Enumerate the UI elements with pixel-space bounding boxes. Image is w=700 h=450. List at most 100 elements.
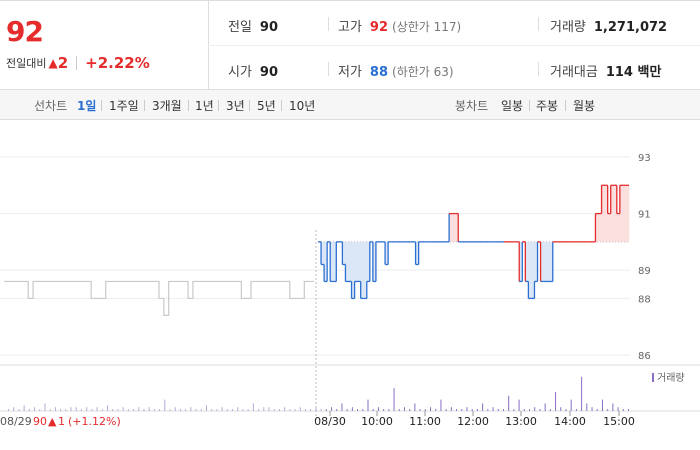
volume-bar [461,409,463,411]
divider [538,62,539,76]
volume-bar [75,407,77,411]
volume-bar [216,409,218,411]
x-tick-label: 10:00 [361,415,393,428]
low-value: 88 [369,65,389,80]
volume-bar [377,407,379,411]
current-price: 92 [6,15,44,48]
volume-bar [153,409,155,411]
x-tick-label: 12:00 [457,415,489,428]
tab-weekly-candle[interactable]: 주봉 [536,97,558,114]
amount-value: 114 백만 [605,65,662,80]
tab-daily-candle[interactable]: 일봉 [501,97,523,114]
volume-bar [70,407,72,411]
volume-bar [419,409,421,411]
volume-bar [18,409,20,411]
y-tick-label: 88 [638,294,651,305]
volume-bar [211,409,213,411]
volume-bar [586,403,588,411]
volume-bar [518,399,520,411]
volume-bar [80,409,82,411]
divider [281,100,282,111]
trade-amount: 거래대금 114 백만 [550,61,661,80]
volume-bar [65,409,67,411]
volume-bar [169,409,171,411]
volume-value: 1,271,072 [593,20,668,35]
low-label: 저가 [338,65,362,80]
volume-bar [159,409,161,411]
volume-bar [466,407,468,411]
volume-bar [164,399,166,411]
open-value: 90 [259,65,279,80]
volume-bar [117,409,119,411]
volume-bar [581,376,583,411]
volume-bar [294,409,296,411]
change-row: 전일대비 ▲ 2 +2.22% [6,54,150,72]
volume-bar [601,399,603,411]
volume-bar [549,409,551,411]
up-triangle-icon: ▲ [48,56,58,70]
area-segment [625,185,630,242]
volume-bar [13,407,15,411]
tab-1y[interactable]: 1년 [195,97,214,114]
chart-tab-bar: 선차트 1일 1주일 3개월 1년 3년 5년 10년 봉차트 일봉 주봉 월봉 [0,90,700,120]
volume-label: 거래량 [550,20,586,35]
volume-bar [96,407,98,411]
y-tick-label: 86 [638,351,651,362]
area-segment [452,213,456,242]
divider [188,100,189,111]
tab-3y[interactable]: 3년 [226,97,245,114]
volume-bar [273,409,275,411]
y-tick-label: 91 [638,210,651,221]
volume-bar [570,399,572,411]
volume-bar [28,409,30,411]
volume-bar [8,409,9,411]
area-segment [546,241,551,282]
volume-bar [60,409,62,411]
divider [328,17,329,31]
prev-day-close: 90 [33,415,47,428]
volume-bar [591,407,593,411]
volume-bar [179,409,181,411]
volume-bar [54,407,56,411]
volume-bar [534,407,536,411]
tab-1w[interactable]: 1주일 [109,97,139,114]
volume-bar [383,409,385,411]
divider [76,56,78,70]
line-chart-label: 선차트 [34,99,68,113]
volume-bar [565,409,567,411]
volume-bar [440,399,442,411]
area-segment [616,213,621,242]
high-label: 고가 [338,20,362,35]
lower-limit: (하한가 63) [392,65,454,79]
tab-1d[interactable]: 1일 [77,97,96,114]
volume-bar [450,407,452,411]
volume-bar [284,407,286,411]
price-chart: 93 91 89 88 86 08/30 10:00 11:00 12:00 13:00 14:0… [0,153,700,428]
area-segment [598,213,602,242]
divider [328,62,329,76]
volume-legend-label: 거래량 [657,372,685,384]
volume-bar [268,407,270,411]
volume-bar [252,403,254,411]
tab-5y[interactable]: 5년 [257,97,276,114]
volume-bar [242,409,244,411]
area-segment [354,241,358,282]
volume-bar [23,405,25,411]
high-value: 92 [369,20,389,35]
volume-bar [372,409,374,411]
open-label: 시가 [228,65,252,80]
volume-bar [430,407,432,411]
tab-monthly-candle[interactable]: 월봉 [573,97,595,114]
volume-bars [8,376,629,411]
divider [144,100,145,111]
volume-legend-swatch [652,373,654,382]
volume-bar [304,409,306,411]
area-segment [607,213,612,242]
volume-bar [195,409,197,411]
volume-bar [482,403,484,411]
tab-10y[interactable]: 10년 [289,97,315,114]
x-tick-label: 11:00 [409,415,441,428]
volume-bar [351,407,353,411]
volume-bar [138,407,140,411]
tab-3m[interactable]: 3개월 [152,97,182,114]
